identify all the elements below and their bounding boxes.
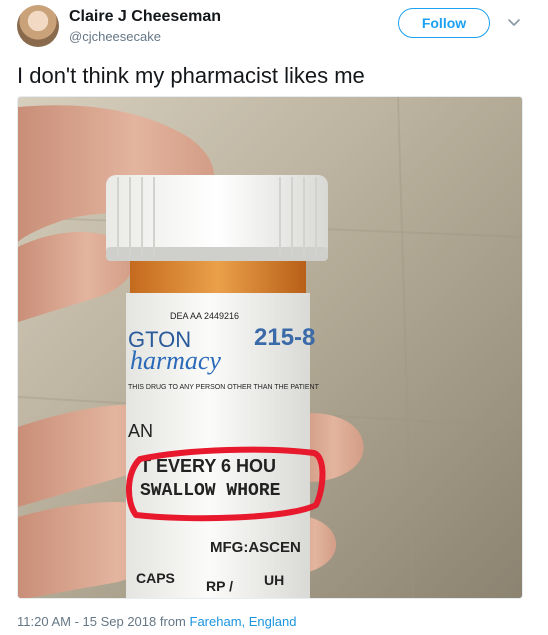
tweet-author[interactable]: Claire J Cheeseman @cjcheesecake (69, 7, 221, 46)
label-mfg: MFG:ASCEN (210, 539, 301, 556)
label-partial: AN (128, 421, 153, 441)
label-uh: UH (264, 572, 284, 588)
label-highlighted: SWALLOW WHORE (140, 481, 281, 501)
tweet-photo[interactable]: DEA AA 2449216 GTON 215-8 harmacy THIS D… (17, 96, 523, 599)
avatar[interactable] (17, 5, 59, 47)
chevron-down-icon[interactable] (506, 14, 522, 30)
label-warning: THIS DRUG TO ANY PERSON OTHER THAN THE P… (128, 384, 320, 391)
display-name[interactable]: Claire J Cheeseman (69, 7, 221, 27)
label-rp: RP / (206, 578, 233, 594)
handle[interactable]: @cjcheesecake (69, 28, 221, 46)
tweet-meta: 11:20 AM - 15 Sep 2018 from Fareham, Eng… (17, 614, 296, 629)
timestamp[interactable]: 11:20 AM - 15 Sep 2018 (17, 614, 156, 629)
follow-button[interactable]: Follow (398, 8, 490, 38)
pill-bottle-photo: DEA AA 2449216 GTON 215-8 harmacy THIS D… (18, 97, 522, 598)
label-caps: CAPS (136, 570, 175, 586)
location-link[interactable]: Fareham, England (190, 614, 297, 629)
label-dea: DEA AA 2449216 (170, 311, 239, 321)
label-rx-number: 215-8 (254, 324, 315, 351)
tweet-text: I don't think my pharmacist likes me (17, 63, 365, 88)
from-label: from (159, 614, 186, 629)
label-pharmacy: harmacy (130, 346, 221, 375)
label-strike-line: T EVERY 6 HOU (140, 456, 276, 476)
